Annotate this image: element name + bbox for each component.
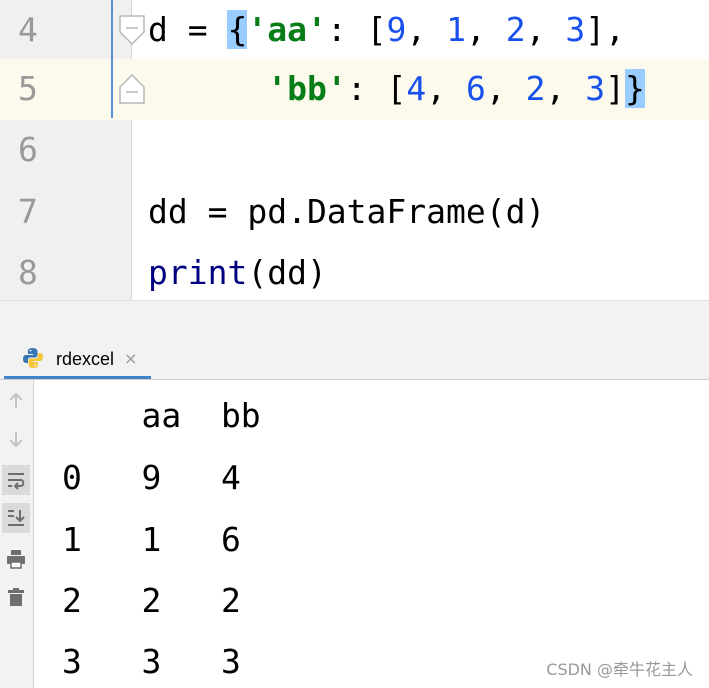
print-icon: [7, 550, 25, 569]
arrow-up-button[interactable]: [2, 386, 30, 416]
code-line[interactable]: 4 d = {'aa': [9, 1, 2, 3],: [0, 0, 709, 61]
code-text: print(dd): [148, 253, 327, 292]
code-text: dd = pd.DataFrame(d): [148, 192, 546, 231]
arrow-down-button[interactable]: [2, 424, 30, 454]
arrow-up-icon: [9, 392, 23, 408]
output-row: 1 1 6: [62, 520, 241, 559]
soft-wrap-icon: [8, 473, 25, 490]
tab-label: rdexcel: [56, 349, 115, 369]
tab-rdexcel[interactable]: rdexcel ×: [4, 339, 151, 379]
code-line[interactable]: 6: [0, 120, 709, 181]
line-number: 7: [18, 192, 38, 231]
output-row: 0 9 4: [62, 458, 241, 497]
line-number: 5: [18, 69, 38, 108]
output-row: 2 2 2: [62, 581, 241, 620]
line-number-cell: 8: [0, 243, 131, 300]
trash-icon: [8, 588, 24, 606]
print-button[interactable]: [2, 544, 30, 574]
line-number: 8: [18, 253, 38, 292]
line-number: 6: [18, 130, 38, 169]
fold-open-icon[interactable]: [119, 15, 145, 45]
line-number: 4: [18, 10, 38, 49]
code-line-current[interactable]: 5 'bb': [4, 6, 2, 3]}: [0, 59, 709, 120]
arrow-down-icon: [9, 432, 23, 448]
code-line[interactable]: 8 print(dd): [0, 243, 709, 300]
line-number-cell: 6: [0, 120, 131, 181]
panel-splitter[interactable]: [0, 300, 709, 340]
run-tool-window-header: rdexcel ×: [0, 339, 709, 380]
watermark: CSDN @牵牛花主人: [546, 660, 693, 679]
output-row: 3 3 3: [62, 642, 241, 681]
run-toolbar: [0, 380, 34, 688]
code-editor[interactable]: 4 d = {'aa': [9, 1, 2, 3], 5 'bb': [4, 6…: [0, 0, 709, 300]
scroll-to-end-icon: [8, 510, 25, 526]
close-icon[interactable]: ×: [124, 348, 137, 370]
python-icon: [23, 348, 43, 368]
code-text: 'bb': [4, 6, 2, 3]}: [267, 69, 645, 108]
output-header-row: aa bb: [62, 396, 261, 435]
code-text: d = {'aa': [9, 1, 2, 3],: [148, 10, 625, 49]
line-number-cell: 7: [0, 182, 131, 243]
clear-output-button[interactable]: [2, 582, 30, 612]
console-output[interactable]: aa bb 0 9 4 1 1 6 2 2 2 3 3 3: [34, 380, 709, 688]
active-tab-indicator: [4, 376, 151, 379]
indent-guide: [111, 0, 113, 118]
scroll-to-end-button[interactable]: [2, 503, 30, 533]
fold-close-icon[interactable]: [119, 74, 145, 104]
code-line[interactable]: 7 dd = pd.DataFrame(d): [0, 182, 709, 243]
soft-wrap-button[interactable]: [2, 465, 30, 495]
